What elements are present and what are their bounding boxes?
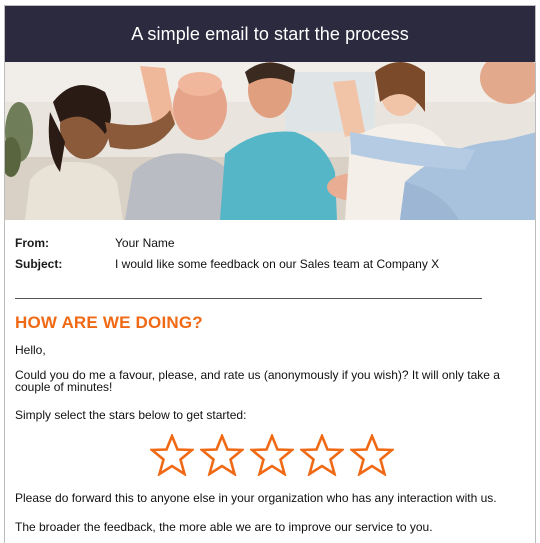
request-text: Could you do me a favour, please, and ra… [15, 368, 500, 394]
star-2-icon[interactable] [200, 434, 244, 476]
forward-note-text: Please do forward this to anyone else in… [15, 491, 497, 505]
email-template: A simple email to start the process From… [4, 5, 536, 543]
email-header-bar: A simple email to start the process [5, 6, 535, 62]
subject-row: Subject: I would like some feedback on o… [15, 257, 439, 271]
from-value: Your Name [115, 236, 175, 250]
email-meta: From: Your Name Subject: I would like so… [15, 236, 439, 278]
star-3-icon[interactable] [250, 434, 294, 476]
star-rating [150, 434, 394, 476]
star-1-icon[interactable] [150, 434, 194, 476]
hero-photo [5, 62, 535, 220]
email-header-title: A simple email to start the process [131, 23, 409, 44]
star-4-icon[interactable] [300, 434, 344, 476]
instruction-text: Simply select the stars below to get sta… [15, 408, 247, 422]
divider [15, 298, 482, 299]
subject-value: I would like some feedback on our Sales … [115, 257, 440, 271]
from-row: From: Your Name [15, 236, 439, 250]
hero-illustration [5, 62, 535, 220]
greeting-text: Hello, [15, 343, 46, 357]
closing-text: The broader the feedback, the more able … [15, 520, 433, 534]
from-label: From: [15, 236, 49, 250]
star-5-icon[interactable] [350, 434, 394, 476]
subject-label: Subject: [15, 257, 63, 271]
feedback-heading: HOW ARE WE DOING? [15, 313, 203, 332]
